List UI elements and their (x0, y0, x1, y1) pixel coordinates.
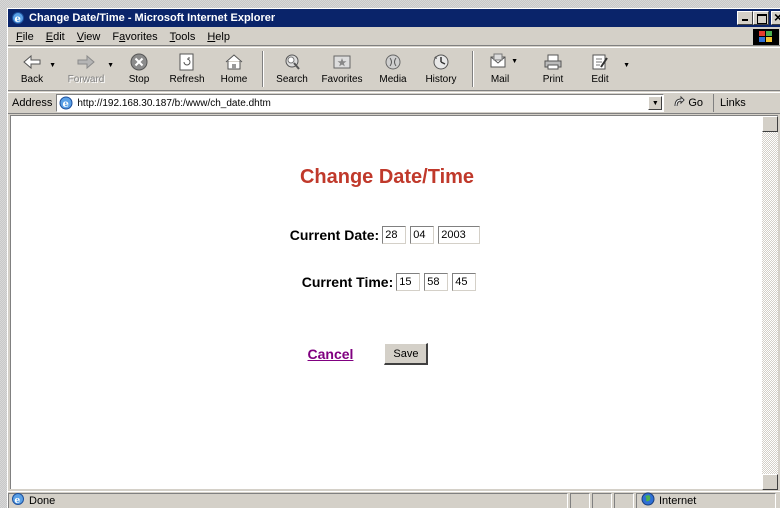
stop-button[interactable]: Stop (116, 48, 162, 90)
menu-favorites[interactable]: Favorites (106, 31, 163, 43)
globe-icon (641, 492, 655, 508)
maximize-button[interactable] (753, 11, 769, 25)
go-button[interactable]: Go (672, 95, 703, 112)
status-bar: e Done Internet (8, 491, 780, 508)
address-url: http://192.168.30.187/b:/www/ch_date.dht… (77, 97, 271, 109)
edit-button[interactable]: Edit ▼ (578, 48, 630, 90)
date-month-input[interactable] (410, 226, 435, 244)
search-icon (280, 51, 304, 73)
edit-page-icon (588, 51, 612, 73)
page-done-icon: e (11, 492, 25, 508)
forward-dropdown-icon[interactable]: ▼ (107, 62, 114, 69)
status-progress-cell (570, 492, 590, 508)
status-text-panel: e Done (8, 492, 568, 508)
title-bar: e Change Date/Time - Microsoft Internet … (8, 9, 780, 27)
history-button[interactable]: History (416, 48, 466, 90)
media-icon (381, 51, 405, 73)
toolbar: Back ▼ Forward ▼ Stop Refresh Home Searc… (8, 47, 780, 91)
zone-text: Internet (659, 494, 697, 507)
form-actions: Cancel Save (11, 343, 763, 365)
menu-bar: File Edit View Favorites Tools Help (8, 28, 780, 46)
vertical-scrollbar[interactable] (762, 116, 778, 490)
status-extra-cell (614, 492, 634, 508)
menu-tools[interactable]: Tools (164, 31, 202, 43)
menu-edit[interactable]: Edit (40, 31, 71, 43)
date-label: Current Date: (289, 227, 380, 243)
time-hour-input[interactable] (396, 273, 421, 291)
cancel-link[interactable]: Cancel (308, 346, 354, 362)
time-label: Current Time: (301, 274, 394, 290)
favorites-icon (330, 51, 354, 73)
forward-button[interactable]: Forward ▼ (60, 48, 114, 90)
print-button[interactable]: Print (528, 48, 578, 90)
minimize-button[interactable] (737, 11, 753, 25)
time-minute-input[interactable] (424, 273, 449, 291)
media-button[interactable]: Media (370, 48, 416, 90)
back-dropdown-icon[interactable]: ▼ (49, 62, 56, 69)
address-bar: Address e http://192.168.30.187/b:/www/c… (8, 92, 780, 114)
page-title: Change Date/Time (299, 166, 475, 188)
back-button[interactable]: Back ▼ (12, 48, 56, 90)
scroll-down-button[interactable] (762, 474, 778, 490)
toolbar-separator (472, 51, 474, 87)
links-button[interactable]: Links (713, 94, 746, 112)
forward-arrow-icon (74, 51, 98, 73)
go-arrow-icon (672, 95, 686, 112)
refresh-button[interactable]: Refresh (162, 48, 212, 90)
home-button[interactable]: Home (212, 48, 256, 90)
address-input[interactable]: e http://192.168.30.187/b:/www/ch_date.d… (56, 94, 665, 112)
mail-dropdown-icon[interactable]: ▼ (511, 58, 518, 65)
mail-button[interactable]: Mail ▼ (480, 48, 520, 90)
back-arrow-icon (20, 51, 44, 73)
date-year-input[interactable] (438, 226, 481, 244)
status-security-cell (592, 492, 612, 508)
history-icon (429, 51, 453, 73)
mail-icon (488, 51, 512, 73)
close-button[interactable] (771, 9, 780, 25)
save-button[interactable]: Save (384, 343, 429, 365)
menu-help[interactable]: Help (201, 31, 236, 43)
address-dropdown-icon[interactable]: ▼ (648, 96, 663, 110)
browser-window: e Change Date/Time - Microsoft Internet … (7, 8, 780, 508)
svg-text:e: e (63, 99, 69, 110)
window-title: Change Date/Time - Microsoft Internet Ex… (29, 12, 276, 24)
windows-logo-icon (753, 29, 779, 45)
menu-view[interactable]: View (71, 31, 107, 43)
printer-icon (541, 51, 565, 73)
address-label: Address (12, 97, 53, 109)
svg-text:e: e (15, 496, 21, 506)
scroll-up-button[interactable] (762, 116, 778, 132)
home-icon (222, 51, 246, 73)
date-day-input[interactable] (382, 226, 407, 244)
stop-icon (127, 51, 151, 73)
toolbar-separator (262, 51, 264, 87)
page-content: Change Date/Time Current Date: Current T… (10, 115, 778, 490)
security-zone: Internet (636, 492, 776, 508)
page-icon: e (58, 95, 74, 111)
status-text: Done (29, 494, 56, 507)
refresh-icon (175, 51, 199, 73)
edit-dropdown-icon[interactable]: ▼ (623, 62, 630, 69)
search-button[interactable]: Search (270, 48, 314, 90)
time-row: Current Time: (11, 273, 763, 291)
svg-text:e: e (15, 14, 21, 25)
ie-icon: e (11, 11, 25, 25)
menu-file[interactable]: File (10, 31, 40, 43)
favorites-button[interactable]: Favorites (314, 48, 370, 90)
date-row: Current Date: (11, 226, 763, 244)
time-second-input[interactable] (452, 273, 477, 291)
